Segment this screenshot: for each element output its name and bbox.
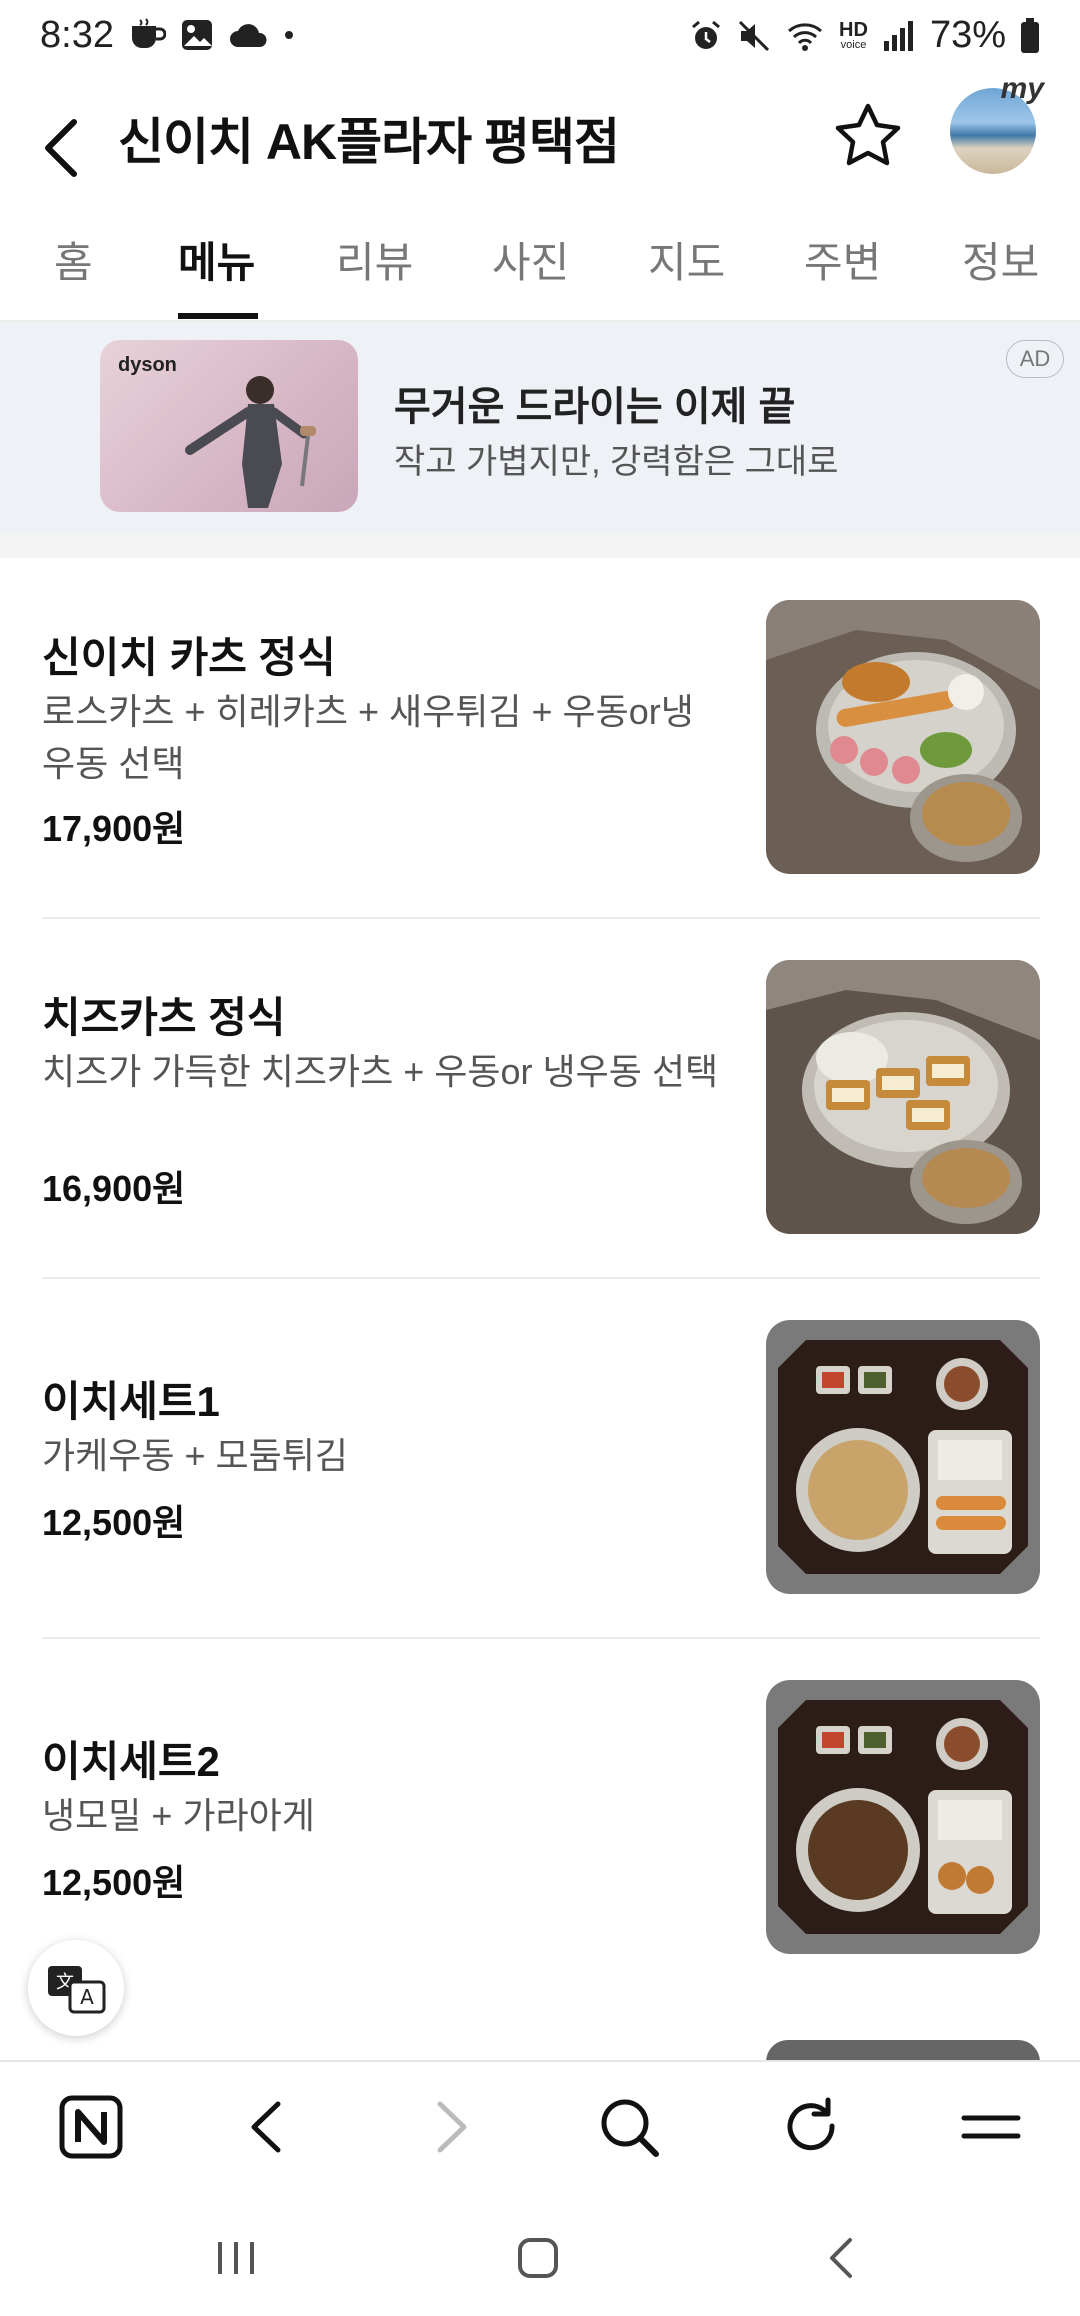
battery-icon (1021, 17, 1039, 53)
browser-toolbar (0, 2060, 1080, 2192)
recent-apps-icon[interactable] (206, 2228, 266, 2288)
status-bar: 8:32 HD voice 73% (0, 0, 1080, 78)
menu-item-desc: 로스카츠 + 히레카츠 + 새우튀김 + 우동or냉우동 선택 (42, 691, 694, 784)
battery-percent: 73% (929, 14, 1006, 56)
chevron-left-icon[interactable] (234, 2092, 304, 2162)
search-icon[interactable] (594, 2092, 664, 2162)
tab-bar: 홈 메뉴 리뷰 사진 지도 주변 정보 (0, 215, 1080, 322)
menu-item-name: 이치세트2 (42, 1738, 220, 1785)
coffee-icon (132, 18, 166, 48)
dot-icon (285, 31, 293, 39)
tab-photos[interactable]: 사진 (492, 229, 569, 290)
naver-icon[interactable] (56, 2092, 126, 2162)
system-back-icon[interactable] (812, 2228, 872, 2288)
menu-item-name: 신이치 카츠 정식 (42, 634, 336, 681)
tab-map[interactable]: 지도 (648, 229, 725, 290)
wifi-icon (788, 22, 823, 51)
menu-item-photo-partial (766, 2040, 1040, 2062)
alarm-icon (692, 20, 721, 49)
ad-badge: AD (1006, 340, 1064, 378)
translate-icon: 文 A (48, 1966, 106, 2014)
ad-person-illustration (185, 376, 316, 508)
ad-image: dyson (100, 340, 358, 512)
menu-item[interactable]: 이치세트1 가케우동 + 모둠튀김 12,500원 (0, 1280, 1080, 1640)
tab-home[interactable]: 홈 (54, 229, 93, 290)
menu-item-photo (766, 960, 1040, 1234)
menu-item[interactable]: 이치세트2 냉모밀 + 가라아게 12,500원 (0, 1640, 1080, 2000)
menu-item-price: 17,900원 (42, 808, 186, 849)
voice-label: voice (840, 39, 867, 51)
hd-voice-icon: HD voice (839, 20, 868, 51)
tab-info[interactable]: 정보 (962, 229, 1039, 290)
status-right-icons: HD voice 73% (689, 14, 1040, 57)
avatar-badge: my (1000, 72, 1044, 105)
signal-icon (883, 20, 913, 51)
hamburger-icon[interactable] (956, 2092, 1026, 2162)
menu-item-photo (766, 1680, 1040, 1954)
menu-item-photo (766, 1320, 1040, 1594)
refresh-icon[interactable] (776, 2092, 846, 2162)
tab-menu[interactable]: 메뉴 (178, 229, 255, 290)
menu-item-desc: 냉모밀 + 가라아게 (42, 1795, 315, 1836)
svg-text:A: A (80, 1985, 94, 2009)
status-left-icons (128, 18, 296, 52)
translate-button[interactable]: 文 A (28, 1940, 124, 2036)
menu-item-name: 이치세트1 (42, 1378, 220, 1425)
menu-item-desc: 치즈가 가득한 치즈카츠 + 우동or 냉우동 선택 (42, 1051, 719, 1092)
active-tab-indicator (178, 313, 258, 319)
menu-item[interactable]: 신이치 카츠 정식 로스카츠 + 히레카츠 + 새우튀김 + 우동or냉우동 선… (0, 560, 1080, 920)
tab-nearby[interactable]: 주변 (804, 229, 881, 290)
menu-item-desc: 가케우동 + 모둠튀김 (42, 1435, 348, 1476)
ad-subtitle: 작고 가볍지만, 강력함은 그대로 (394, 443, 839, 481)
menu-item-price: 12,500원 (42, 1502, 186, 1543)
menu-item-price: 12,500원 (42, 1862, 186, 1903)
menu-item[interactable]: 치즈카츠 정식 치즈가 가득한 치즈카츠 + 우동or 냉우동 선택 16,90… (0, 920, 1080, 1280)
app-header: 신이치 AK플라자 평택점 my (0, 72, 1080, 210)
status-time: 8:32 (40, 14, 114, 56)
ad-banner[interactable]: dyson 무거운 드라이는 이제 끝 작고 가볍지만, 강력함은 그대로 AD (0, 322, 1080, 534)
back-arrow-icon[interactable] (34, 100, 94, 190)
cloud-icon (230, 24, 267, 47)
avatar[interactable]: my (950, 72, 1044, 174)
section-separator (0, 534, 1080, 558)
gallery-icon (182, 20, 212, 50)
page-title: 신이치 AK플라자 평택점 (118, 114, 620, 170)
menu-item-photo (766, 600, 1040, 874)
list-divider (42, 917, 1040, 919)
mute-icon (738, 20, 770, 51)
system-navbar (0, 2190, 1080, 2316)
menu-item-price: 16,900원 (42, 1168, 186, 1209)
menu-item-name: 치즈카츠 정식 (42, 994, 286, 1041)
list-divider (42, 1277, 1040, 1279)
ad-title: 무거운 드라이는 이제 끝 (394, 385, 796, 429)
list-divider (42, 1637, 1040, 1639)
hd-label: HD (839, 19, 868, 41)
home-icon[interactable] (508, 2228, 568, 2288)
chevron-right-icon[interactable] (414, 2092, 484, 2162)
tab-reviews[interactable]: 리뷰 (336, 229, 413, 290)
star-icon[interactable] (832, 100, 904, 172)
